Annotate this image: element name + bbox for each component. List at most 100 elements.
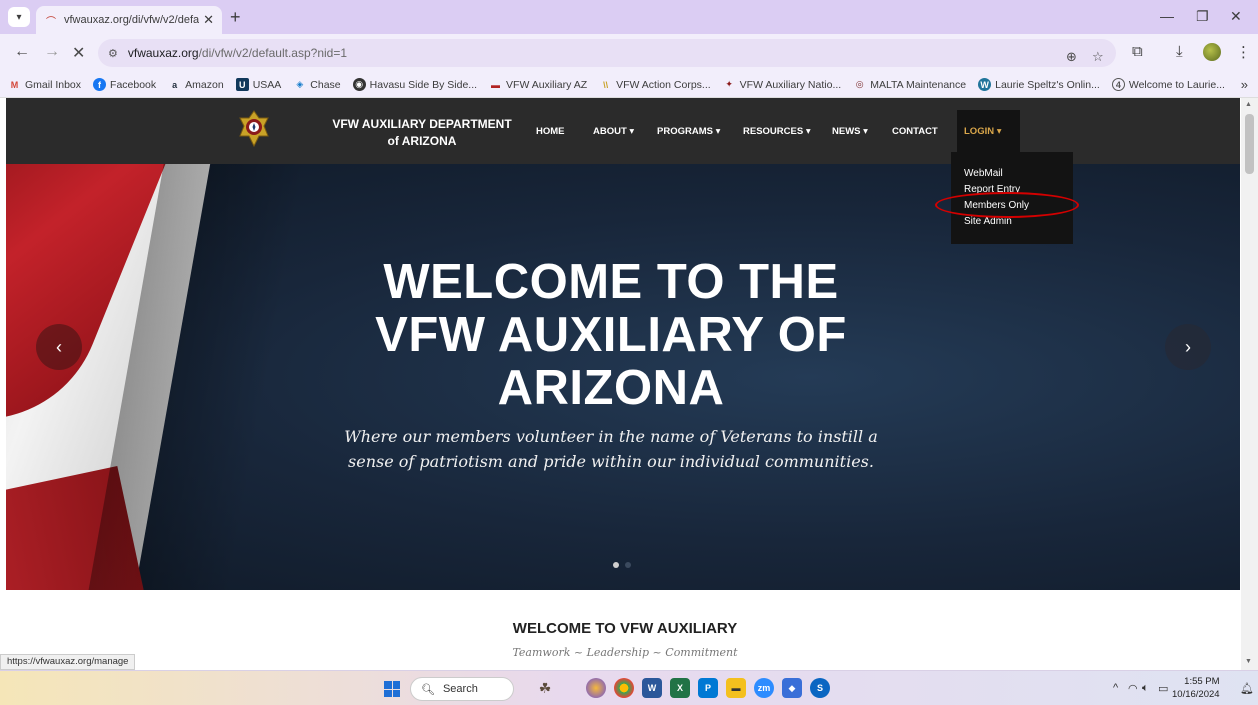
- show-hidden-icons[interactable]: ^: [1113, 682, 1118, 694]
- nav-home[interactable]: HOME: [536, 126, 565, 137]
- page-scrollbar[interactable]: ▲ ▼: [1241, 98, 1258, 670]
- nav-programs[interactable]: PROGRAMS ▾: [657, 126, 720, 137]
- nav-resources[interactable]: RESOURCES ▾: [743, 126, 811, 137]
- bookmark-vfw-aux-national[interactable]: ✦ VFW Auxiliary Natio...: [723, 78, 841, 91]
- gmail-icon: M: [10, 79, 19, 90]
- nav-news[interactable]: NEWS ▾: [832, 126, 868, 137]
- browser-tab-active[interactable]: ⌒ vfwauxaz.org/di/vfw/v2/default ✕: [36, 6, 222, 34]
- wifi-icon[interactable]: ◠: [1128, 682, 1138, 695]
- profile-avatar[interactable]: [1203, 43, 1221, 61]
- carousel-prev-button[interactable]: ‹: [36, 324, 82, 370]
- extensions-icon[interactable]: ⧉: [1132, 43, 1143, 60]
- nav-about-label: ABOUT: [593, 126, 627, 137]
- bookmark-usaa[interactable]: U USAA: [235, 78, 282, 91]
- nav-login[interactable]: LOGIN ▾: [964, 126, 1002, 137]
- minimize-button[interactable]: —: [1160, 8, 1174, 24]
- bookmark-havasu[interactable]: ◉ Havasu Side By Side...: [352, 78, 477, 91]
- vfw-national-icon: ✦: [725, 79, 733, 89]
- chevron-left-icon: ‹: [56, 336, 62, 357]
- tab-title: vfwauxaz.org/di/vfw/v2/default: [64, 14, 200, 26]
- action-corps-icon: \\: [603, 79, 609, 90]
- loading-icon: ⌒: [46, 16, 56, 28]
- bookmark-welcome-laurie[interactable]: 4 Welcome to Laurie...: [1111, 78, 1225, 91]
- browser-tabstrip: ▾ ⌒ vfwauxaz.org/di/vfw/v2/default ✕ + —…: [0, 0, 1258, 34]
- file-explorer-icon[interactable]: ▬: [726, 678, 746, 698]
- more-bookmarks-icon[interactable]: »: [1241, 77, 1248, 92]
- bookmark-amazon[interactable]: a Amazon: [168, 78, 224, 91]
- close-window-button[interactable]: ✕: [1230, 8, 1242, 25]
- bookmark-vfw-aux-az[interactable]: ▬ VFW Auxiliary AZ: [489, 78, 587, 91]
- new-tab-button[interactable]: +: [230, 7, 241, 28]
- bookmark-malta[interactable]: ◎ MALTA Maintenance: [853, 78, 966, 91]
- battery-icon[interactable]: ▭: [1158, 682, 1168, 695]
- bookmark-label: Amazon: [185, 78, 224, 91]
- back-button[interactable]: ←: [14, 43, 30, 61]
- status-bar-url: https://vfwauxaz.org/manage: [0, 654, 136, 670]
- address-bar[interactable]: ⚙ vfwauxaz.org /di/vfw/v2/default.asp?ni…: [98, 39, 1116, 67]
- nav-news-label: NEWS: [832, 126, 861, 137]
- defender-shield-icon[interactable]: ◆: [782, 678, 802, 698]
- tab-search-button[interactable]: ▾: [8, 7, 30, 27]
- bookmark-label: VFW Auxiliary AZ: [506, 78, 588, 91]
- bookmark-label: USAA: [252, 78, 282, 91]
- bookmark-label: Facebook: [110, 78, 157, 91]
- nav-contact[interactable]: CONTACT: [892, 126, 938, 137]
- taskbar-search-label: Search: [442, 683, 478, 695]
- url-path: /di/vfw/v2/default.asp?nid=1: [198, 46, 348, 60]
- zoom-icon[interactable]: ⊕: [1066, 49, 1077, 65]
- site-title[interactable]: VFW AUXILIARY DEPARTMENT of ARIZONA: [324, 116, 520, 150]
- close-tab-icon[interactable]: ✕: [203, 12, 214, 28]
- carousel-dot-1[interactable]: [613, 562, 619, 568]
- widgets-icon[interactable]: ☘: [528, 678, 562, 698]
- bookmark-vfw-action-corps[interactable]: \\ VFW Action Corps...: [599, 78, 711, 91]
- chrome-icon[interactable]: [614, 678, 634, 698]
- nav-resources-label: RESOURCES: [743, 126, 804, 137]
- bookmarks-bar: M Gmail Inbox f Facebook a Amazon U USAA ◈ Ch…: [0, 72, 1258, 98]
- dropdown-webmail[interactable]: WebMail: [964, 166, 1073, 182]
- notification-bell-icon[interactable]: 🔔︎: [1240, 682, 1254, 695]
- forward-button[interactable]: →: [44, 43, 60, 61]
- bookmark-facebook[interactable]: f Facebook: [93, 78, 156, 91]
- volume-icon[interactable]: 🔈︎: [1142, 682, 1149, 695]
- skype-icon[interactable]: S: [810, 678, 830, 698]
- clock-date: 10/16/2024: [1172, 689, 1220, 700]
- vfw-emblem-logo[interactable]: [238, 110, 270, 148]
- scroll-up-arrow[interactable]: ▲: [1245, 101, 1252, 108]
- web-page: VFW AUXILIARY DEPARTMENT of ARIZONA HOME…: [0, 98, 1258, 670]
- scroll-thumb[interactable]: [1245, 114, 1254, 174]
- word-icon[interactable]: W: [642, 678, 662, 698]
- bookmark-label: VFW Action Corps...: [616, 78, 711, 91]
- hero-subtitle-line1: Where our members volunteer in the name …: [344, 427, 878, 446]
- hero-heading-line3: ARIZONA: [497, 361, 725, 415]
- site-info-icon[interactable]: ⚙: [108, 47, 118, 60]
- bookmark-gmail[interactable]: M Gmail Inbox: [8, 78, 81, 91]
- hero-heading: WELCOME TO THE VFW AUXILIARY OF ARIZONA: [306, 256, 916, 415]
- taskbar-search[interactable]: 🔍︎ Search: [410, 677, 514, 701]
- bookmark-label: MALTA Maintenance: [870, 78, 967, 91]
- nav-about[interactable]: ABOUT ▾: [593, 126, 634, 137]
- nav-login-label: LOGIN: [964, 126, 995, 137]
- bookmark-chase[interactable]: ◈ Chase: [293, 78, 340, 91]
- bookmark-label: Chase: [310, 78, 341, 91]
- scroll-down-arrow[interactable]: ▼: [1245, 658, 1252, 665]
- hero-subtitle-line2: sense of patriotism and pride within our…: [348, 452, 874, 471]
- stop-loading-button[interactable]: ✕: [72, 43, 85, 63]
- chase-icon: ◈: [296, 79, 304, 89]
- bookmark-star-icon[interactable]: ☆: [1092, 49, 1104, 65]
- bookmark-laurie-online[interactable]: W Laurie Speltz's Onlin...: [978, 78, 1100, 91]
- browser-toolbar: ← → ✕ ⚙ vfwauxaz.org /di/vfw/v2/default.…: [0, 34, 1258, 72]
- excel-icon[interactable]: X: [670, 678, 690, 698]
- carousel-dot-2[interactable]: [625, 562, 631, 568]
- system-clock[interactable]: 1:55 PM 10/16/2024: [1172, 675, 1220, 701]
- hero-heading-line2: VFW AUXILIARY OF: [375, 308, 847, 362]
- notification-count-icon: 4: [1111, 78, 1125, 91]
- malta-icon: ◎: [855, 79, 864, 89]
- downloads-icon[interactable]: ⤓: [1176, 43, 1183, 60]
- windows-start-icon[interactable]: [384, 681, 400, 697]
- browser-menu-icon[interactable]: ⋮: [1236, 43, 1251, 61]
- publisher-icon[interactable]: P: [698, 678, 718, 698]
- carousel-next-button[interactable]: ›: [1165, 324, 1211, 370]
- restore-button[interactable]: ❐: [1196, 8, 1209, 25]
- zoom-app-icon[interactable]: zm: [754, 678, 774, 698]
- copilot-icon[interactable]: [586, 678, 606, 698]
